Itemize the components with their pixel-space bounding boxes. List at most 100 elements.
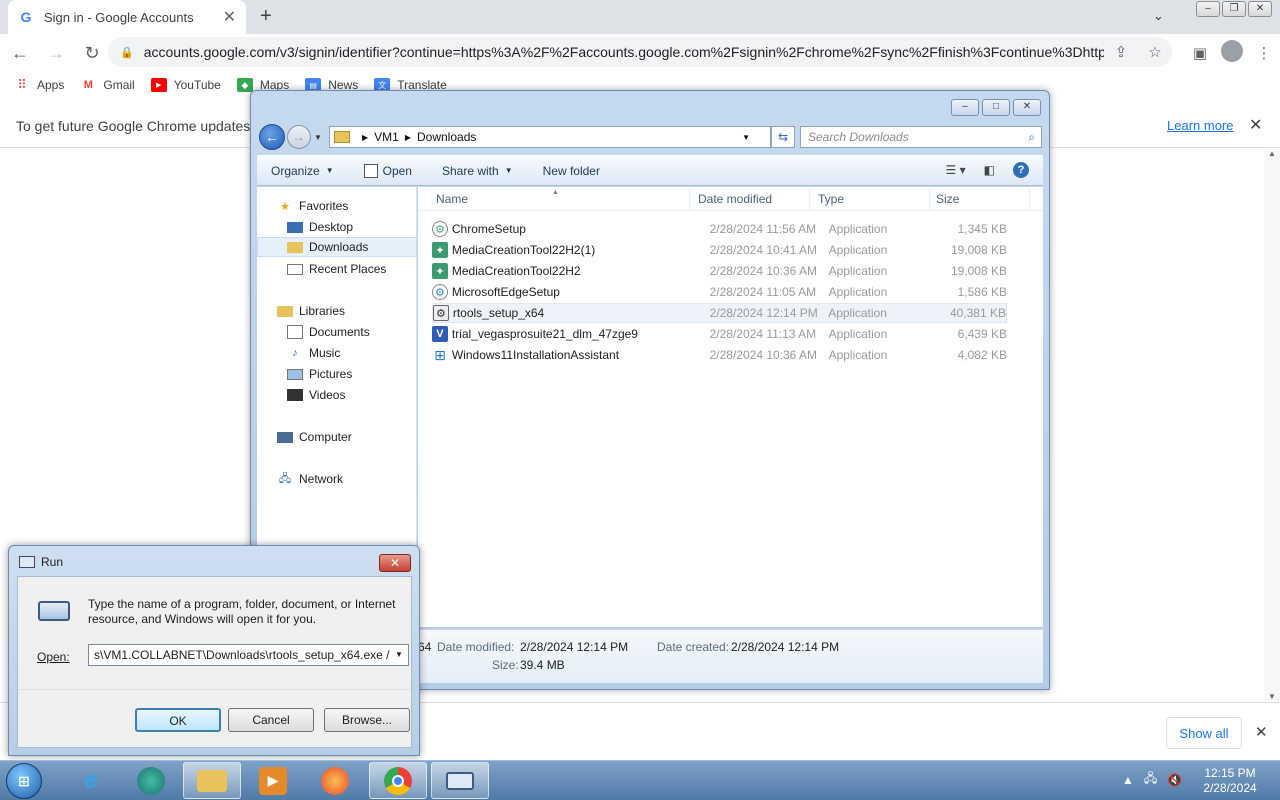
nav-favorites[interactable]: ★ Favorites <box>257 196 417 216</box>
nav-videos[interactable]: Videos <box>257 385 417 405</box>
ok-button[interactable]: OK <box>135 708 221 732</box>
close-icon[interactable]: ✕ <box>1248 1 1272 17</box>
forward-arrow-icon[interactable]: → <box>287 125 311 149</box>
downloads-bar-close-icon[interactable]: ✕ <box>1255 723 1268 741</box>
back-arrow-icon[interactable]: ← <box>259 124 285 150</box>
breadcrumb-separator-icon[interactable]: ▶ <box>362 133 368 142</box>
share-icon[interactable]: ⇪ <box>1104 43 1138 61</box>
run-open-value[interactable]: s\VM1.COLLABNET\Downloads\rtools_setup_x… <box>94 648 396 662</box>
show-hidden-icons-icon[interactable]: ▲ <box>1122 773 1134 787</box>
organize-button[interactable]: Organize ▼ <box>271 164 334 178</box>
breadcrumb[interactable]: ▶ VM1 ▶ Downloads ▼ <box>329 126 771 148</box>
page-scrollbar[interactable]: ▲ ▼ <box>1264 149 1280 701</box>
forward-arrow-icon[interactable]: → <box>40 37 72 69</box>
run-description: Type the name of a program, folder, docu… <box>88 597 396 626</box>
cancel-button[interactable]: Cancel <box>228 708 314 732</box>
taskbar-media-player[interactable]: ▶ <box>244 762 302 799</box>
maximize-icon[interactable]: □ <box>982 99 1010 116</box>
scroll-up-icon[interactable]: ▲ <box>1264 149 1280 158</box>
browse-button[interactable]: Browse... <box>324 708 410 732</box>
taskbar-app[interactable] <box>122 762 180 799</box>
downloads-folder-icon <box>287 241 303 253</box>
nav-computer[interactable]: Computer <box>257 427 417 447</box>
network-icon[interactable]: 🖧 <box>1144 769 1157 790</box>
back-arrow-icon[interactable]: ← <box>4 37 36 69</box>
setup-application-icon: ⚙ <box>432 221 448 237</box>
profile-avatar[interactable] <box>1216 40 1248 66</box>
restore-icon[interactable]: ❐ <box>1222 1 1246 17</box>
run-open-input[interactable]: s\VM1.COLLABNET\Downloads\rtools_setup_x… <box>88 644 409 666</box>
minimize-icon[interactable]: – <box>951 99 979 116</box>
recent-pages-dropdown-icon[interactable]: ▼ <box>314 133 322 142</box>
file-row[interactable]: V trial_vegasprosuite21_dlm_47zge9 2/28/… <box>432 324 1007 344</box>
file-row[interactable]: ⚙ rtools_setup_x64 2/28/2024 12:14 PM Ap… <box>432 303 1007 323</box>
file-row[interactable]: ⊞ Windows11InstallationAssistant 2/28/20… <box>432 345 1007 365</box>
address-dropdown-icon[interactable]: ▼ <box>742 133 750 142</box>
start-button[interactable]: ⊞ <box>6 763 42 799</box>
tab-sign-in[interactable]: G Sign in - Google Accounts ✕ <box>8 0 246 34</box>
nav-libraries[interactable]: Libraries <box>257 301 417 321</box>
show-all-button[interactable]: Show all <box>1166 717 1242 749</box>
refresh-icon[interactable]: ⇆ <box>771 126 795 148</box>
learn-more-link[interactable]: Learn more <box>1167 118 1233 133</box>
tab-search-chevron-icon[interactable]: ⌄ <box>1153 8 1164 24</box>
address-bar[interactable]: 🔒 accounts.google.com/v3/signin/identifi… <box>108 37 1172 67</box>
help-icon[interactable]: ? <box>1013 162 1029 178</box>
minimize-icon[interactable]: – <box>1196 1 1220 17</box>
chevron-down-icon[interactable]: ▼ <box>390 645 408 665</box>
breadcrumb-separator-icon[interactable]: ▶ <box>405 133 411 142</box>
media-player-icon: ▶ <box>259 766 287 795</box>
breadcrumb-downloads[interactable]: Downloads <box>417 130 476 144</box>
file-row[interactable]: ✦ MediaCreationTool22H2(1) 2/28/2024 10:… <box>432 240 1007 260</box>
nav-documents[interactable]: Documents <box>257 322 417 342</box>
search-input[interactable]: Search Downloads ⌕ <box>800 126 1042 148</box>
search-icon[interactable]: ⌕ <box>1028 130 1035 145</box>
nav-downloads[interactable]: Downloads <box>257 237 417 257</box>
nav-pictures[interactable]: Pictures <box>257 364 417 384</box>
change-view-icon[interactable]: ☰ ▾ <box>946 163 966 177</box>
column-header-size[interactable]: Size <box>930 187 1030 210</box>
nav-desktop[interactable]: Desktop <box>257 217 417 237</box>
nav-recent-places[interactable]: Recent Places <box>257 259 417 279</box>
preview-pane-icon[interactable]: ◧ <box>984 163 995 177</box>
file-row[interactable]: ⚙ ChromeSetup 2/28/2024 11:56 AM Applica… <box>432 219 1007 239</box>
nav-music[interactable]: ♪ Music <box>257 343 417 363</box>
column-header-type[interactable]: Type <box>810 187 930 210</box>
command-bar: Organize ▼ Open Share with ▼ New folder ☰ … <box>257 155 1043 186</box>
infobar-close-icon[interactable]: ✕ <box>1249 115 1262 135</box>
lock-icon[interactable]: 🔒 <box>120 46 134 59</box>
computer-icon <box>277 431 293 443</box>
open-button[interactable]: Open <box>363 163 412 178</box>
close-icon[interactable]: ✕ <box>379 554 411 572</box>
share-with-button[interactable]: Share with ▼ <box>442 164 513 178</box>
run-title-bar: Run <box>19 555 63 569</box>
bookmark-apps[interactable]: ⠿ Apps <box>14 77 64 92</box>
tab-close-icon[interactable]: ✕ <box>223 7 236 27</box>
chrome-icon <box>384 766 412 795</box>
new-tab-icon[interactable]: + <box>260 5 272 28</box>
bookmark-youtube[interactable]: ▶ YouTube <box>150 78 221 92</box>
file-row[interactable]: ✦ MediaCreationTool22H2 2/28/2024 10:36 … <box>432 261 1007 281</box>
new-folder-button[interactable]: New folder <box>543 164 600 178</box>
kebab-menu-icon[interactable]: ⋮ <box>1248 44 1280 62</box>
bookmark-star-icon[interactable]: ☆ <box>1138 43 1172 61</box>
details-created-value: 2/28/2024 12:14 PM <box>731 640 840 654</box>
nav-network[interactable]: 🖧 Network <box>257 469 417 489</box>
taskbar-run[interactable] <box>431 762 489 799</box>
taskbar-explorer[interactable] <box>183 762 241 799</box>
scroll-down-icon[interactable]: ▼ <box>1264 692 1280 701</box>
side-panel-icon[interactable]: ▣ <box>1184 44 1216 62</box>
taskbar-firefox[interactable] <box>306 762 364 799</box>
bookmark-gmail[interactable]: M Gmail <box>80 78 135 92</box>
volume-muted-icon[interactable]: 🔇 <box>1167 773 1182 787</box>
clock[interactable]: 12:15 PM 2/28/2024 <box>1200 766 1260 796</box>
taskbar-chrome[interactable] <box>369 762 427 799</box>
column-header-date-modified[interactable]: Date modified <box>690 187 810 210</box>
close-icon[interactable]: ✕ <box>1013 99 1041 116</box>
taskbar-internet-explorer[interactable]: e <box>62 762 120 799</box>
breadcrumb-vm1[interactable]: VM1 <box>374 130 399 144</box>
url-text[interactable]: accounts.google.com/v3/signin/identifier… <box>144 44 1104 60</box>
file-row[interactable]: ⚙ MicrosoftEdgeSetup 2/28/2024 11:05 AM … <box>432 282 1007 302</box>
reload-icon[interactable]: ↻ <box>76 37 108 69</box>
column-header-name[interactable]: ▲ Name <box>418 187 690 210</box>
